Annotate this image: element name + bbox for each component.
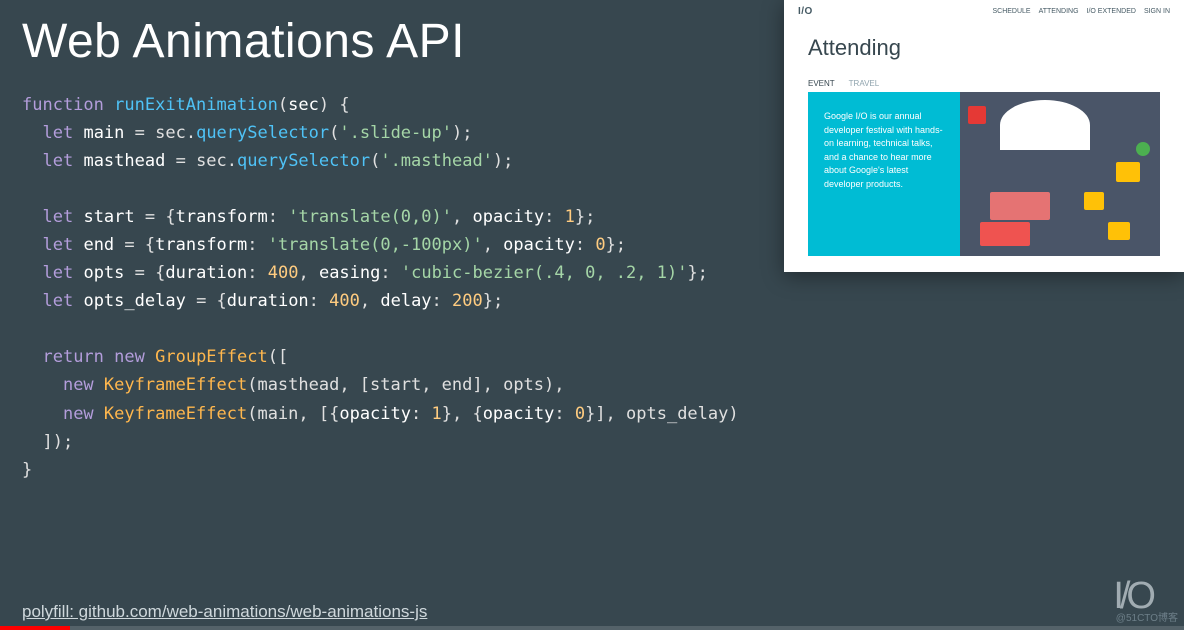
nav-attending[interactable]: ATTENDING — [1039, 8, 1079, 15]
video-progress-fill — [0, 626, 70, 630]
tab-travel[interactable]: TRAVEL — [849, 79, 880, 88]
nav-extended[interactable]: I/O EXTENDED — [1087, 8, 1136, 15]
inset-title: Attending — [784, 21, 1184, 79]
inset-logo: I/O — [798, 6, 813, 17]
inset-map-image — [960, 92, 1160, 256]
inset-preview: I/O SCHEDULE ATTENDING I/O EXTENDED SIGN… — [784, 0, 1184, 272]
tab-event[interactable]: EVENT — [808, 79, 835, 88]
inset-nav: SCHEDULE ATTENDING I/O EXTENDED SIGN IN — [992, 8, 1170, 15]
inset-blurb: Google I/O is our annual developer festi… — [808, 92, 960, 256]
cto-watermark: @51CTO博客 — [1116, 609, 1178, 624]
nav-signin[interactable]: SIGN IN — [1144, 8, 1170, 15]
nav-schedule[interactable]: SCHEDULE — [992, 8, 1030, 15]
polyfill-link[interactable]: polyfill: github.com/web-animations/web-… — [22, 602, 427, 622]
inset-tabs: EVENT TRAVEL — [784, 79, 1184, 88]
video-progress-track[interactable] — [0, 626, 1184, 630]
